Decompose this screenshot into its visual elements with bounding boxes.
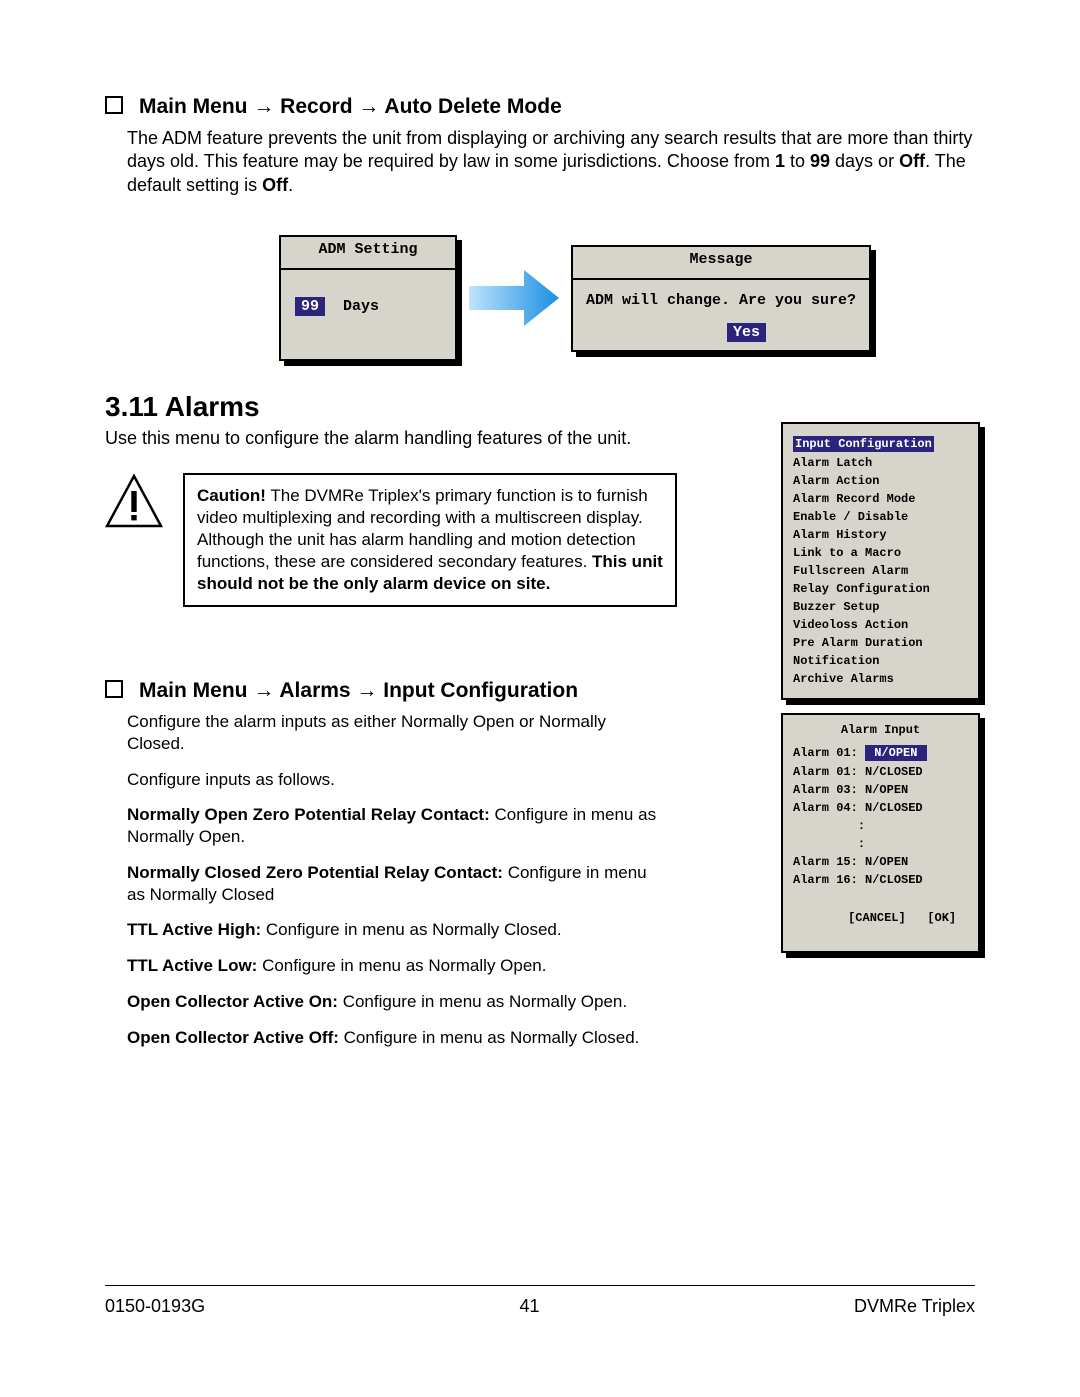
adm-figure: ADM Setting 99 Days Message ADM will cha… — [175, 235, 975, 361]
message-title: Message — [573, 247, 869, 280]
t: 99 — [810, 151, 830, 171]
b: TTL Active Low: — [127, 956, 257, 975]
message-text: ADM will change. Are you sure? — [583, 290, 859, 323]
alarm-input-row[interactable]: Alarm 04: N/CLOSED — [793, 801, 968, 815]
footer-left: 0150-0193G — [105, 1296, 205, 1317]
menu-item[interactable]: Link to a Macro — [793, 546, 968, 560]
t: Off — [899, 151, 925, 171]
heading-text: Main Menu → Record → Auto Delete Mode — [139, 95, 562, 118]
input-menu-buttons: [CANCEL] [OK] — [793, 897, 968, 939]
menu-item[interactable]: Pre Alarm Duration — [793, 636, 968, 650]
menu-item[interactable]: Notification — [793, 654, 968, 668]
section-title-alarms: 3.11 Alarms — [105, 391, 975, 423]
menu-item[interactable]: Fullscreen Alarm — [793, 564, 968, 578]
row-value[interactable]: N/OPEN — [865, 783, 908, 797]
p2: Configure inputs as follows. — [127, 769, 657, 791]
p6: TTL Active Low: Configure in menu as Nor… — [127, 955, 657, 977]
alarm-input-row[interactable]: Alarm 01: N/CLOSED — [793, 765, 968, 779]
caution-lead: Caution! — [197, 486, 266, 505]
row-label: Alarm 01: — [793, 746, 865, 760]
adm-unit: Days — [343, 298, 379, 315]
menu-item[interactable]: Buzzer Setup — [793, 600, 968, 614]
heading-auto-delete: Main Menu → Record → Auto Delete Mode — [105, 95, 975, 119]
message-box: Message ADM will change. Are you sure? Y… — [571, 245, 871, 352]
row-value[interactable]: N/CLOSED — [865, 765, 923, 779]
menu-item[interactable]: Videoloss Action — [793, 618, 968, 632]
adm-box-row: 99 Days — [291, 284, 445, 351]
cancel-button[interactable]: [CANCEL] — [848, 911, 906, 925]
row-value[interactable]: : — [858, 819, 865, 833]
t: 1 — [775, 151, 785, 171]
alarm-config-menu: Input Configuration Alarm Latch Alarm Acti… — [781, 422, 980, 700]
alarm-input-row[interactable]: Alarm 01: N/OPEN — [793, 745, 968, 761]
t: . — [288, 175, 293, 195]
menu-item[interactable]: Alarm Action — [793, 474, 968, 488]
p8: Open Collector Active Off: Configure in … — [127, 1027, 657, 1049]
ok-button[interactable]: [OK] — [927, 911, 956, 925]
t: Configure in menu as Normally Open. — [338, 992, 627, 1011]
alarm-input-row[interactable]: Alarm 15: N/OPEN — [793, 855, 968, 869]
alarm-input-row[interactable]: : — [793, 819, 968, 833]
footer-right: DVMRe Triplex — [854, 1296, 975, 1317]
alarm-input-menu: Alarm Input Alarm 01: N/OPEN Alarm 01: N… — [781, 713, 980, 953]
b: TTL Active High: — [127, 920, 261, 939]
checkbox-icon — [105, 96, 123, 114]
row-label — [793, 837, 858, 851]
yes-button[interactable]: Yes — [727, 323, 766, 342]
row-label: Alarm 03: — [793, 783, 865, 797]
row-label — [793, 819, 858, 833]
footer-center: 41 — [520, 1296, 540, 1317]
alarm-input-row[interactable]: Alarm 16: N/CLOSED — [793, 873, 968, 887]
menu-panel: Input Configuration Alarm Latch Alarm Acti… — [781, 422, 980, 700]
menu-item[interactable]: Input Configuration — [793, 436, 968, 452]
row-value[interactable]: N/CLOSED — [865, 801, 923, 815]
row-value[interactable]: N/OPEN — [865, 855, 908, 869]
b: Normally Open Zero Potential Relay Conta… — [127, 805, 490, 824]
t: Off — [262, 175, 288, 195]
page-footer: 0150-0193G 41 DVMRe Triplex — [105, 1296, 975, 1317]
input-menu-title: Alarm Input — [793, 723, 968, 737]
menu-item-selected[interactable]: Input Configuration — [793, 436, 934, 452]
t: Configure in menu as Normally Open. — [257, 956, 546, 975]
arrow-icon — [469, 266, 559, 330]
t: to — [785, 151, 810, 171]
p5: TTL Active High: Configure in menu as No… — [127, 919, 657, 941]
checkbox-icon — [105, 680, 123, 698]
row-label: Alarm 15: — [793, 855, 865, 869]
caution-box: Caution! The DVMRe Triplex's primary fun… — [183, 473, 677, 607]
p1: Configure the alarm inputs as either Nor… — [127, 711, 657, 755]
menu-item[interactable]: Alarm History — [793, 528, 968, 542]
menu-item[interactable]: Alarm Record Mode — [793, 492, 968, 506]
input-config-body: Configure the alarm inputs as either Nor… — [105, 711, 665, 1048]
p4: Normally Closed Zero Potential Relay Con… — [127, 862, 657, 906]
row-value[interactable]: N/CLOSED — [865, 873, 923, 887]
menu-item[interactable]: Enable / Disable — [793, 510, 968, 524]
row-value[interactable]: : — [858, 837, 865, 851]
adm-value-selected[interactable]: 99 — [295, 297, 325, 316]
menu-item[interactable]: Alarm Latch — [793, 456, 968, 470]
caution-icon — [105, 473, 163, 531]
p3: Normally Open Zero Potential Relay Conta… — [127, 804, 657, 848]
p7: Open Collector Active On: Configure in m… — [127, 991, 657, 1013]
b: Open Collector Active On: — [127, 992, 338, 1011]
row-label: Alarm 04: — [793, 801, 865, 815]
heading-text: Main Menu → Alarms → Input Configuration — [139, 679, 578, 702]
row-value[interactable]: N/OPEN — [865, 745, 927, 761]
footer-rule — [105, 1285, 975, 1286]
menu-item[interactable]: Archive Alarms — [793, 672, 968, 686]
row-label: Alarm 16: — [793, 873, 865, 887]
alarm-input-row[interactable]: Alarm 03: N/OPEN — [793, 783, 968, 797]
b: Normally Closed Zero Potential Relay Con… — [127, 863, 503, 882]
adm-box-title: ADM Setting — [281, 237, 455, 270]
alarm-input-row[interactable]: : — [793, 837, 968, 851]
b: Open Collector Active Off: — [127, 1028, 339, 1047]
adm-setting-box: ADM Setting 99 Days — [279, 235, 457, 361]
t: Configure in menu as Normally Closed. — [261, 920, 561, 939]
t: Configure in menu as Normally Closed. — [339, 1028, 639, 1047]
t: days or — [830, 151, 899, 171]
row-label: Alarm 01: — [793, 765, 865, 779]
adm-description: The ADM feature prevents the unit from d… — [127, 127, 975, 197]
menu-panel: Alarm Input Alarm 01: N/OPEN Alarm 01: N… — [781, 713, 980, 953]
menu-item[interactable]: Relay Configuration — [793, 582, 968, 596]
